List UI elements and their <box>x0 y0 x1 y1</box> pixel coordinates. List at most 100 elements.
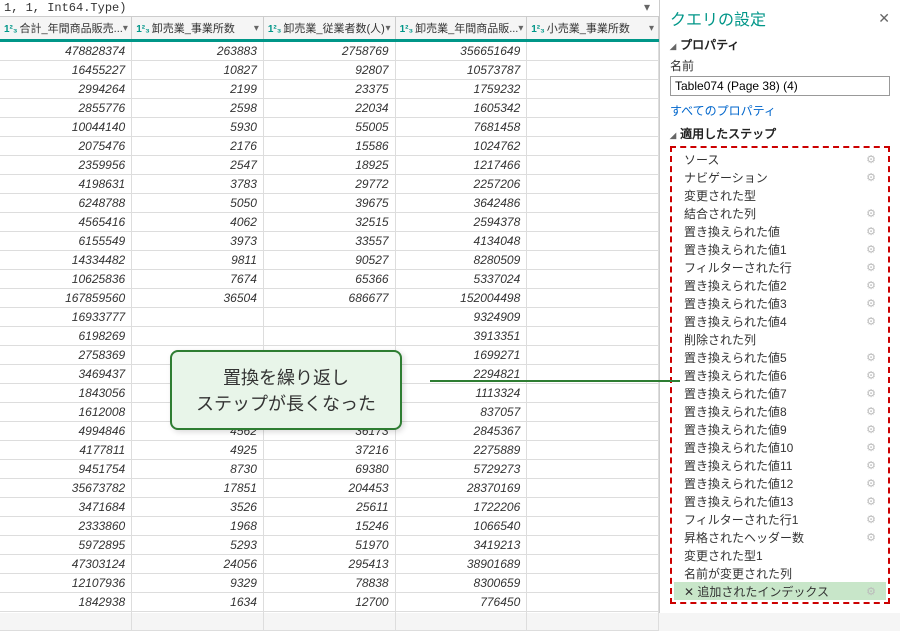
cell[interactable] <box>132 327 264 346</box>
cell[interactable]: 2758369 <box>0 346 132 365</box>
gear-icon[interactable]: ⚙ <box>866 207 876 220</box>
table-row[interactable]: 473031242405629541338901689 <box>0 555 659 574</box>
cell[interactable]: 39675 <box>263 194 395 213</box>
cell[interactable]: 24056 <box>132 555 264 574</box>
applied-step[interactable]: 置き換えられた値8⚙ <box>674 402 886 420</box>
cell[interactable]: 37216 <box>263 441 395 460</box>
cell[interactable]: 51970 <box>263 536 395 555</box>
cell[interactable]: 1066540 <box>395 517 527 536</box>
applied-step[interactable]: 置き換えられた値7⚙ <box>674 384 886 402</box>
cell[interactable]: 1843056 <box>0 384 132 403</box>
cell[interactable]: 9811 <box>132 251 264 270</box>
cell[interactable]: 2333860 <box>0 517 132 536</box>
cell[interactable]: 12107936 <box>0 574 132 593</box>
cell[interactable] <box>527 498 659 517</box>
gear-icon[interactable]: ⚙ <box>866 495 876 508</box>
table-row[interactable]: 106258367674653665337024 <box>0 270 659 289</box>
cell[interactable]: 2257206 <box>395 175 527 194</box>
cell[interactable] <box>527 327 659 346</box>
applied-step[interactable]: 昇格されたヘッダー数⚙ <box>674 528 886 546</box>
cell[interactable] <box>527 156 659 175</box>
cell[interactable]: 2845367 <box>395 422 527 441</box>
applied-step[interactable]: 変更された型 <box>674 186 886 204</box>
applied-step[interactable]: 置き換えられた値5⚙ <box>674 348 886 366</box>
cell[interactable] <box>263 327 395 346</box>
cell[interactable]: 9324909 <box>395 308 527 327</box>
applied-step[interactable]: 置き換えられた値3⚙ <box>674 294 886 312</box>
cell[interactable] <box>527 118 659 137</box>
cell[interactable]: 5050 <box>132 194 264 213</box>
cell[interactable]: 2594378 <box>395 213 527 232</box>
gear-icon[interactable]: ⚙ <box>866 297 876 310</box>
cell[interactable] <box>132 308 264 327</box>
gear-icon[interactable]: ⚙ <box>866 153 876 166</box>
cell[interactable]: 38901689 <box>395 555 527 574</box>
applied-step[interactable]: 置き換えられた値12⚙ <box>674 474 886 492</box>
cell[interactable]: 1634 <box>132 593 264 612</box>
cell[interactable] <box>527 289 659 308</box>
table-row[interactable]: 169337779324909 <box>0 308 659 327</box>
cell[interactable] <box>132 612 264 631</box>
table-row[interactable]: 121079369329788388300659 <box>0 574 659 593</box>
cell[interactable]: 29772 <box>263 175 395 194</box>
table-row[interactable]: 59728955293519703419213 <box>0 536 659 555</box>
cell[interactable]: 10044140 <box>0 118 132 137</box>
data-grid[interactable]: 1²₃合計_年間商品販売...▾1²₃卸売業_事業所数▾1²₃卸売業_従業者数(… <box>0 17 659 631</box>
table-row[interactable]: 23599562547189251217466 <box>0 156 659 175</box>
cell[interactable]: 16455227 <box>0 61 132 80</box>
cell[interactable] <box>527 517 659 536</box>
cell[interactable]: 8280509 <box>395 251 527 270</box>
table-row[interactable]: 4788283742638832758769356651649 <box>0 41 659 61</box>
column-filter-icon[interactable]: ▾ <box>123 23 128 34</box>
cell[interactable]: 1699271 <box>395 346 527 365</box>
applied-step[interactable]: ナビゲーション⚙ <box>674 168 886 186</box>
applied-step[interactable]: 置き換えられた値13⚙ <box>674 492 886 510</box>
cell[interactable]: 14334482 <box>0 251 132 270</box>
gear-icon[interactable]: ⚙ <box>866 441 876 454</box>
cell[interactable]: 69380 <box>263 460 395 479</box>
cell[interactable]: 3913351 <box>395 327 527 346</box>
gear-icon[interactable]: ⚙ <box>866 423 876 436</box>
cell[interactable]: 7681458 <box>395 118 527 137</box>
cell[interactable]: 837057 <box>395 403 527 422</box>
cell[interactable]: 2075476 <box>0 137 132 156</box>
cell[interactable]: 8300659 <box>395 574 527 593</box>
cell[interactable]: 22034 <box>263 99 395 118</box>
cell[interactable]: 1759232 <box>395 80 527 99</box>
cell[interactable]: 3783 <box>132 175 264 194</box>
cell[interactable]: 32515 <box>263 213 395 232</box>
gear-icon[interactable]: ⚙ <box>866 477 876 490</box>
cell[interactable]: 15586 <box>263 137 395 156</box>
gear-icon[interactable]: ⚙ <box>866 369 876 382</box>
cell[interactable] <box>527 403 659 422</box>
table-row[interactable]: 41778114925372162275889 <box>0 441 659 460</box>
cell[interactable] <box>527 80 659 99</box>
cell[interactable]: 25611 <box>263 498 395 517</box>
cell[interactable]: 10827 <box>132 61 264 80</box>
cell[interactable]: 17851 <box>132 479 264 498</box>
cell[interactable]: 4134048 <box>395 232 527 251</box>
cell[interactable]: 9451754 <box>0 460 132 479</box>
cell[interactable]: 2855776 <box>0 99 132 118</box>
cell[interactable]: 2199 <box>132 80 264 99</box>
cell[interactable]: 478828374 <box>0 41 132 61</box>
cell[interactable]: 10573787 <box>395 61 527 80</box>
cell[interactable]: 1722206 <box>395 498 527 517</box>
applied-step[interactable]: 置き換えられた値11⚙ <box>674 456 886 474</box>
gear-icon[interactable]: ⚙ <box>866 315 876 328</box>
cell[interactable] <box>527 308 659 327</box>
cell[interactable]: 4198631 <box>0 175 132 194</box>
cell[interactable] <box>527 175 659 194</box>
cell[interactable]: 686677 <box>263 289 395 308</box>
table-row[interactable]: 45654164062325152594378 <box>0 213 659 232</box>
applied-step[interactable]: 名前が変更された列 <box>674 564 886 582</box>
cell[interactable] <box>395 612 527 631</box>
table-row[interactable]: 1842938163412700776450 <box>0 593 659 612</box>
cell[interactable] <box>527 574 659 593</box>
column-filter-icon[interactable]: ▾ <box>649 23 654 34</box>
cell[interactable] <box>527 441 659 460</box>
cell[interactable]: 776450 <box>395 593 527 612</box>
applied-step[interactable]: フィルターされた行⚙ <box>674 258 886 276</box>
cell[interactable]: 4925 <box>132 441 264 460</box>
gear-icon[interactable]: ⚙ <box>866 261 876 274</box>
